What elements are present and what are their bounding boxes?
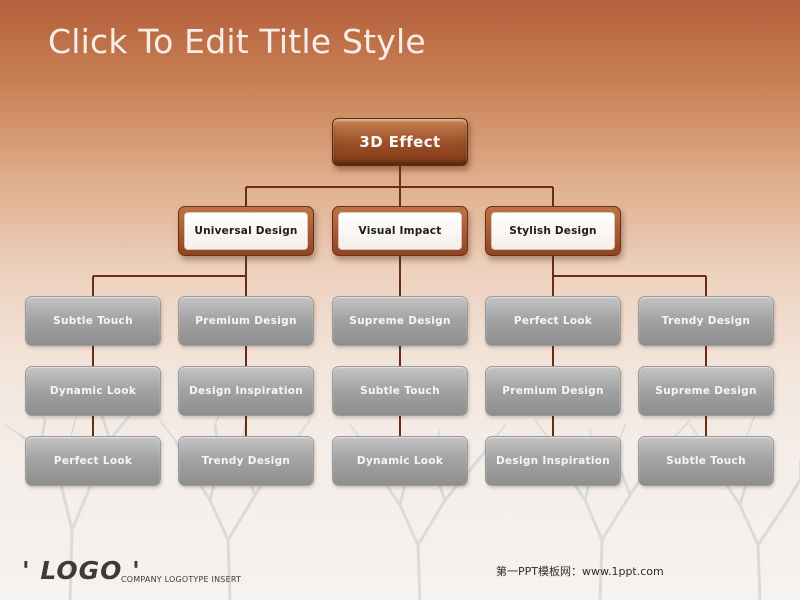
- org-leaf-node[interactable]: Dynamic Look: [25, 366, 161, 416]
- org-node-label: Stylish Design: [491, 212, 615, 250]
- org-leaf-node[interactable]: Trendy Design: [178, 436, 314, 486]
- connector-stylish-design-children: [552, 256, 707, 296]
- org-leaf-node[interactable]: Subtle Touch: [638, 436, 774, 486]
- org-node-label: Visual Impact: [338, 212, 462, 250]
- org-leaf-node[interactable]: Trendy Design: [638, 296, 774, 346]
- watermark-text: 第一PPT模板网：www.1ppt.com: [496, 565, 664, 578]
- org-leaf-node[interactable]: Supreme Design: [332, 296, 468, 346]
- connector-universal-design-children: [92, 256, 247, 296]
- org-leaf-node[interactable]: Premium Design: [178, 296, 314, 346]
- org-node-stylish-design[interactable]: Stylish Design: [485, 206, 621, 256]
- slide: Click To Edit Title Style 3D Effect Univ…: [0, 0, 800, 600]
- org-leaf-node[interactable]: Dynamic Look: [332, 436, 468, 486]
- org-leaf-node[interactable]: Perfect Look: [485, 296, 621, 346]
- org-node-label: Universal Design: [184, 212, 308, 250]
- org-leaf-node[interactable]: Subtle Touch: [25, 296, 161, 346]
- connector-root-to-level1: [245, 166, 554, 206]
- org-node-universal-design[interactable]: Universal Design: [178, 206, 314, 256]
- org-leaf-node[interactable]: Perfect Look: [25, 436, 161, 486]
- org-node-root[interactable]: 3D Effect: [332, 118, 468, 166]
- org-leaf-node[interactable]: Subtle Touch: [332, 366, 468, 416]
- org-leaf-node[interactable]: Design Inspiration: [485, 436, 621, 486]
- org-leaf-node[interactable]: Premium Design: [485, 366, 621, 416]
- org-leaf-node[interactable]: Design Inspiration: [178, 366, 314, 416]
- logotype-tagline: COMPANY LOGOTYPE INSERT: [121, 575, 242, 584]
- org-leaf-node[interactable]: Supreme Design: [638, 366, 774, 416]
- org-node-visual-impact[interactable]: Visual Impact: [332, 206, 468, 256]
